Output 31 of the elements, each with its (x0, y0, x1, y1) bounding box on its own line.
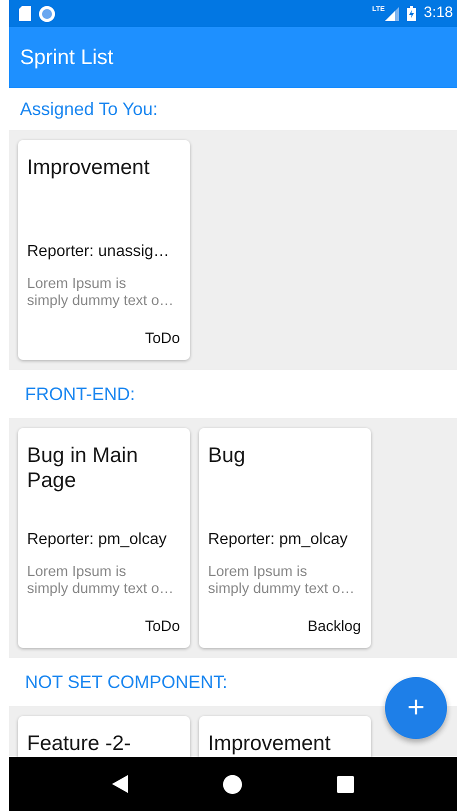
sd-card-icon (19, 6, 31, 21)
status-text: ToDo (144, 328, 180, 348)
reporter-text: Reporter: pm_olcay (208, 530, 349, 550)
record-icon (39, 6, 55, 22)
battery-charging-icon (406, 6, 416, 21)
reporter-text: Reporter: unassig… (27, 242, 170, 262)
reporter-text: Reporter: pm_olcay (27, 530, 168, 550)
card-title: Feature -2- (27, 731, 132, 757)
status-time: 3:18 (424, 3, 453, 24)
status-text: Backlog (308, 616, 361, 636)
card-title: Improvement (208, 731, 332, 757)
task-card[interactable]: Improvement (199, 716, 371, 757)
section-title: NOT SET COMPONENT: (25, 670, 228, 694)
section-title: Assigned To You: (20, 98, 158, 121)
card-title: Improvement (27, 155, 151, 181)
description-text: Lorem Ipsum is simply dummy text o… (27, 564, 175, 598)
task-card[interactable]: Bug Reporter: pm_olcay Lorem Ipsum is simply dummy text o… Backlog (199, 428, 371, 648)
status-text: ToDo (144, 616, 180, 636)
signal-icon (384, 6, 399, 20)
task-card[interactable]: Improvement Reporter: unassig… Lorem Ipsum is simply dummy text o… ToDo (18, 140, 190, 360)
task-card[interactable]: Bug in Main Page Reporter: pm_olcay Lorem Ipsum is simply dummy text o… ToDo (18, 428, 190, 648)
section-title: FRONT-END: (25, 382, 135, 406)
description-text: Lorem Ipsum is simply dummy text o… (208, 564, 356, 598)
home-icon[interactable] (222, 774, 242, 794)
task-card[interactable]: Feature -2- (18, 716, 190, 757)
description-text: Lorem Ipsum is simply dummy text o… (27, 276, 175, 310)
card-title: Bug (208, 443, 246, 469)
recents-icon[interactable] (337, 776, 354, 792)
card-title: Bug in Main Page (27, 443, 139, 494)
back-icon[interactable] (112, 775, 128, 793)
app-title: Sprint List (20, 44, 114, 71)
